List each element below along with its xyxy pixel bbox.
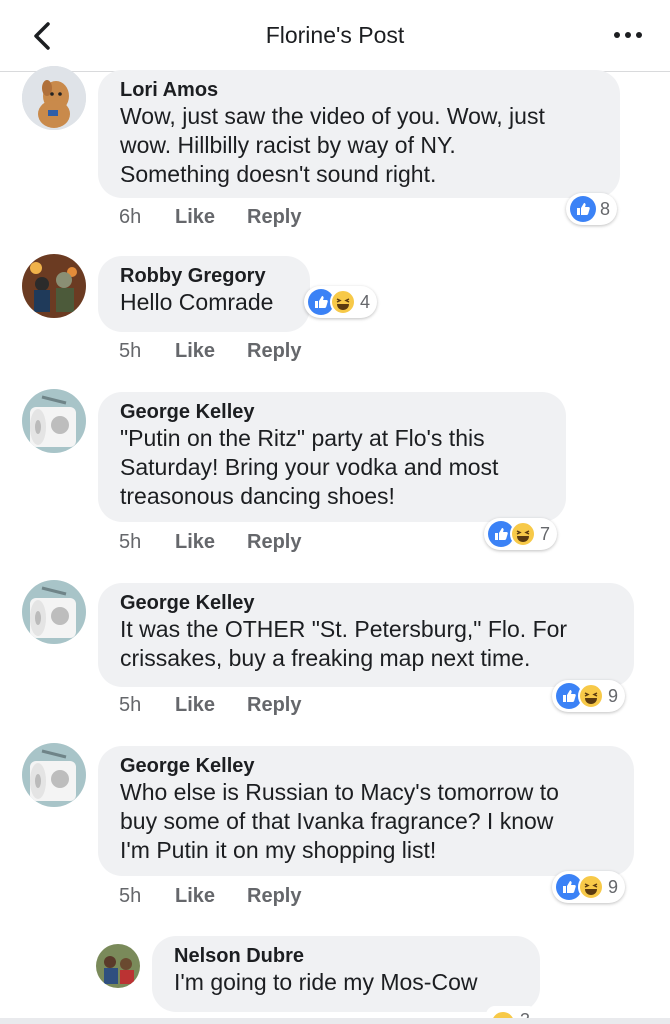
dog-photo-icon [22, 66, 86, 130]
reaction-summary[interactable]: 8 [566, 193, 618, 225]
comment-timestamp: 5h [119, 694, 142, 716]
avatar-george-kelley[interactable] [22, 580, 86, 644]
haha-reaction-icon [578, 874, 604, 900]
avatar-nelson-dubre[interactable] [96, 944, 140, 988]
comment-text-line: Something doesn't sound right. [120, 161, 437, 187]
reaction-summary[interactable]: 7 [484, 518, 558, 550]
bottom-divider [0, 1018, 670, 1024]
avatar-lori-amos[interactable] [22, 66, 86, 130]
haha-reaction-icon [510, 521, 536, 547]
comment-text-line: Wow, just saw the video of you. Wow, jus… [120, 103, 545, 129]
reaction-summary[interactable]: 9 [552, 871, 626, 903]
avatar-george-kelley[interactable] [22, 389, 86, 453]
comment-timestamp: 5h [119, 885, 142, 907]
reply-button[interactable]: Reply [247, 340, 301, 363]
more-horizontal-icon [614, 32, 620, 38]
comment-text-line: I'm Putin it on my shopping list! [120, 837, 437, 863]
more-options-button[interactable] [614, 32, 642, 38]
comment-bubble: George Kelley Who else is Russian to Mac… [98, 746, 634, 876]
reaction-count: 7 [540, 523, 551, 544]
reaction-count: 4 [360, 291, 371, 312]
like-button[interactable]: Like [175, 206, 247, 229]
comment-text-line: "Putin on the Ritz" party at Flo's this [120, 425, 485, 451]
comment-author[interactable]: George Kelley [120, 591, 612, 615]
comment-text-line: buy some of that Ivanka fragrance? I kno… [120, 808, 554, 834]
comment-actions: 5h Like Reply [119, 885, 301, 908]
comment-actions: 6h Like Reply [119, 206, 301, 229]
comment-text-line: Saturday! Bring your vodka and most [120, 454, 499, 480]
comment-actions: 5h Like Reply [119, 340, 301, 363]
comment-bubble: George Kelley It was the OTHER "St. Pete… [98, 583, 634, 687]
profile-photo-icon [96, 944, 140, 988]
top-nav-bar: Florine's Post [0, 0, 670, 72]
comment-text-line: Who else is Russian to Macy's tomorrow t… [120, 779, 559, 805]
comment-timestamp: 6h [119, 206, 142, 228]
like-button[interactable]: Like [175, 340, 247, 363]
comment-bubble: George Kelley "Putin on the Ritz" party … [98, 392, 566, 522]
comment-author[interactable]: George Kelley [120, 754, 612, 778]
reply-button[interactable]: Reply [247, 694, 301, 717]
comment-text-line: I'm going to ride my Mos-Cow [174, 969, 478, 995]
comment-text-line: Hello Comrade [120, 289, 274, 315]
haha-reaction-icon [330, 289, 356, 315]
comment-actions: 5h Like Reply [119, 694, 301, 717]
toilet-paper-photo-icon [22, 743, 86, 807]
comment-bubble: Robby Gregory Hello Comrade [98, 256, 310, 332]
toilet-paper-photo-icon [22, 389, 86, 453]
toilet-paper-photo-icon [22, 580, 86, 644]
comment-author[interactable]: George Kelley [120, 400, 544, 424]
reply-button[interactable]: Reply [247, 531, 301, 554]
reaction-summary[interactable]: 9 [552, 680, 626, 712]
comment-text-line: wow. Hillbilly racist by way of NY. [120, 132, 456, 158]
reply-button[interactable]: Reply [247, 885, 301, 908]
reaction-count: 9 [608, 876, 619, 897]
comment-author[interactable]: Robby Gregory [120, 264, 288, 288]
comment-timestamp: 5h [119, 340, 142, 362]
page-title: Florine's Post [265, 22, 405, 48]
comment-bubble: Lori Amos Wow, just saw the video of you… [98, 70, 620, 198]
comment-actions: 5h Like Reply [119, 531, 301, 554]
reply-bubble: Nelson Dubre I'm going to ride my Mos-Co… [152, 936, 540, 1012]
comment-author[interactable]: Nelson Dubre [174, 944, 518, 968]
reaction-count: 8 [600, 198, 611, 219]
avatar-george-kelley[interactable] [22, 743, 86, 807]
reaction-count: 9 [608, 685, 619, 706]
haha-reaction-icon [578, 683, 604, 709]
reply-button[interactable]: Reply [247, 206, 301, 229]
comment-timestamp: 5h [119, 531, 142, 553]
reaction-summary[interactable]: 4 [304, 286, 378, 318]
profile-photo-icon [22, 254, 86, 318]
comment-text-line: treasonous dancing shoes! [120, 483, 395, 509]
like-reaction-icon [570, 196, 596, 222]
comment-text-line: crissakes, buy a freaking map next time. [120, 645, 531, 671]
avatar-robby-gregory[interactable] [22, 254, 86, 318]
like-button[interactable]: Like [175, 531, 247, 554]
comment-author[interactable]: Lori Amos [120, 78, 598, 102]
like-button[interactable]: Like [175, 694, 247, 717]
like-button[interactable]: Like [175, 885, 247, 908]
comment-text-line: It was the OTHER "St. Petersburg," Flo. … [120, 616, 568, 642]
